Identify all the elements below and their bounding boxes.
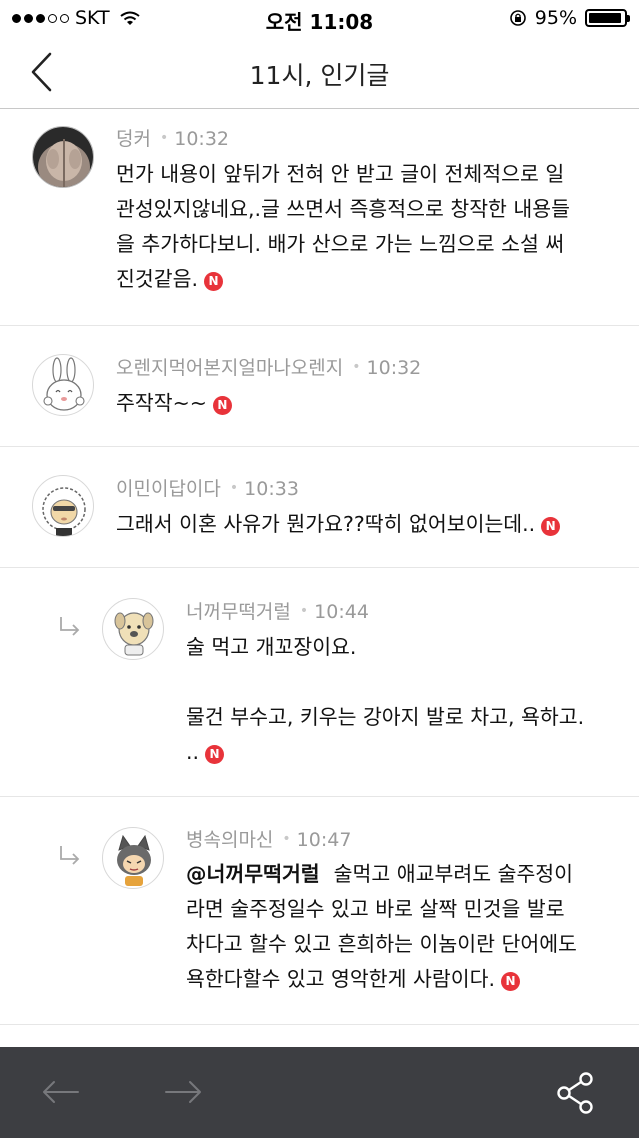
comment-author[interactable]: 병속의마신 bbox=[186, 829, 273, 851]
comment-body: 주작작~~ N bbox=[116, 386, 616, 421]
comment-author[interactable]: 오렌지먹어본지얼마나오렌지 bbox=[116, 357, 343, 379]
share-button[interactable] bbox=[556, 1071, 596, 1119]
avatar[interactable] bbox=[102, 827, 164, 889]
reply-item: 너꺼무떡거럴 • 10:44 술 먹고 개꼬장이요. 물건 부수고, 키우는 강아지… bbox=[0, 568, 639, 797]
battery-percent: 95% bbox=[534, 7, 577, 29]
comment-time: 10:33 bbox=[244, 478, 299, 500]
browser-forward-button[interactable] bbox=[164, 1075, 204, 1113]
battery-level bbox=[589, 13, 622, 23]
bottom-toolbar bbox=[0, 1047, 639, 1138]
comment-text: 그래서 이혼 사유가 뭔가요??딱히 없어보이는데.. bbox=[116, 512, 536, 536]
comment-body: 술 먹고 개꼬장이요. 물건 부수고, 키우는 강아지 발로 차고, 욕하고. … bbox=[186, 630, 626, 770]
comment-text: 술 먹고 개꼬장이요. 물건 부수고, 키우는 강아지 발로 차고, 욕하고. … bbox=[186, 635, 585, 764]
comment-meta: 오렌지먹어본지얼마나오렌지 • 10:32 bbox=[116, 357, 422, 379]
comment-time: 10:47 bbox=[296, 829, 352, 851]
new-badge: N bbox=[205, 745, 225, 764]
reply-arrow-icon bbox=[60, 846, 80, 865]
comment-item: 덩커 • 10:32 먼가 내용이 앞뒤가 전혀 안 받고 글이 전체적으로 일 관… bbox=[0, 110, 639, 326]
comment-author[interactable]: 너꺼무떡거럴 bbox=[186, 601, 291, 623]
comment-meta: 병속의마신 • 10:47 bbox=[186, 829, 352, 851]
status-bar: SKT 오전 11:08 95% bbox=[0, 0, 639, 36]
new-badge: N bbox=[203, 272, 223, 291]
mention-link[interactable]: @너꺼무떡거럴 bbox=[186, 862, 320, 886]
comment-meta: 이민이답이다 • 10:33 bbox=[116, 478, 299, 500]
comment-text: 먼가 내용이 앞뒤가 전혀 안 받고 글이 전체적으로 일 관성있지않네요,.글… bbox=[116, 162, 571, 291]
comment-time: 10:44 bbox=[314, 601, 369, 623]
avatar[interactable] bbox=[32, 126, 94, 188]
browser-back-button[interactable] bbox=[40, 1075, 80, 1113]
arrow-right-icon bbox=[165, 1081, 201, 1103]
avatar[interactable] bbox=[32, 354, 94, 416]
comment-meta: 너꺼무떡거럴 • 10:44 bbox=[186, 601, 369, 623]
new-badge: N bbox=[212, 396, 232, 415]
comment-time: 10:32 bbox=[174, 128, 229, 150]
comment-meta: 덩커 • 10:32 bbox=[116, 128, 229, 150]
comment-time: 10:32 bbox=[366, 357, 422, 379]
comment-author[interactable]: 이민이답이다 bbox=[116, 478, 221, 500]
orientation-lock-icon bbox=[509, 10, 526, 26]
comment-text: 주작작~~ bbox=[116, 391, 207, 415]
reply-item: 병속의마신 • 10:47 @너꺼무떡거럴 술먹고 애교부려도 술주정이 라면 술주정… bbox=[0, 797, 639, 1025]
comment-body: @너꺼무떡거럴 술먹고 애교부려도 술주정이 라면 술주정일수 있고 바로 살짝 … bbox=[186, 857, 626, 997]
avatar[interactable] bbox=[102, 598, 164, 660]
share-icon bbox=[557, 1072, 593, 1114]
avatar[interactable] bbox=[32, 475, 94, 537]
new-badge: N bbox=[500, 972, 520, 991]
comment-item: 이민이답이다 • 10:33 그래서 이혼 사유가 뭔가요??딱히 없어보이는데..… bbox=[0, 447, 639, 568]
reply-arrow-icon bbox=[60, 617, 80, 636]
new-badge: N bbox=[541, 517, 561, 536]
comment-author[interactable]: 덩커 bbox=[116, 128, 151, 150]
arrow-left-icon bbox=[43, 1081, 79, 1103]
status-right: 95% bbox=[509, 7, 630, 29]
battery-icon bbox=[585, 9, 630, 27]
comment-item: 오렌지먹어본지얼마나오렌지 • 10:32 주작작~~ N bbox=[0, 326, 639, 447]
comment-body: 그래서 이혼 사유가 뭔가요??딱히 없어보이는데.. N bbox=[116, 507, 626, 542]
comment-body: 먼가 내용이 앞뒤가 전혀 안 받고 글이 전체적으로 일 관성있지않네요,.글… bbox=[116, 157, 616, 297]
page-title: 11시, 인기글 bbox=[249, 61, 390, 90]
nav-bar: 11시, 인기글 bbox=[0, 36, 639, 109]
